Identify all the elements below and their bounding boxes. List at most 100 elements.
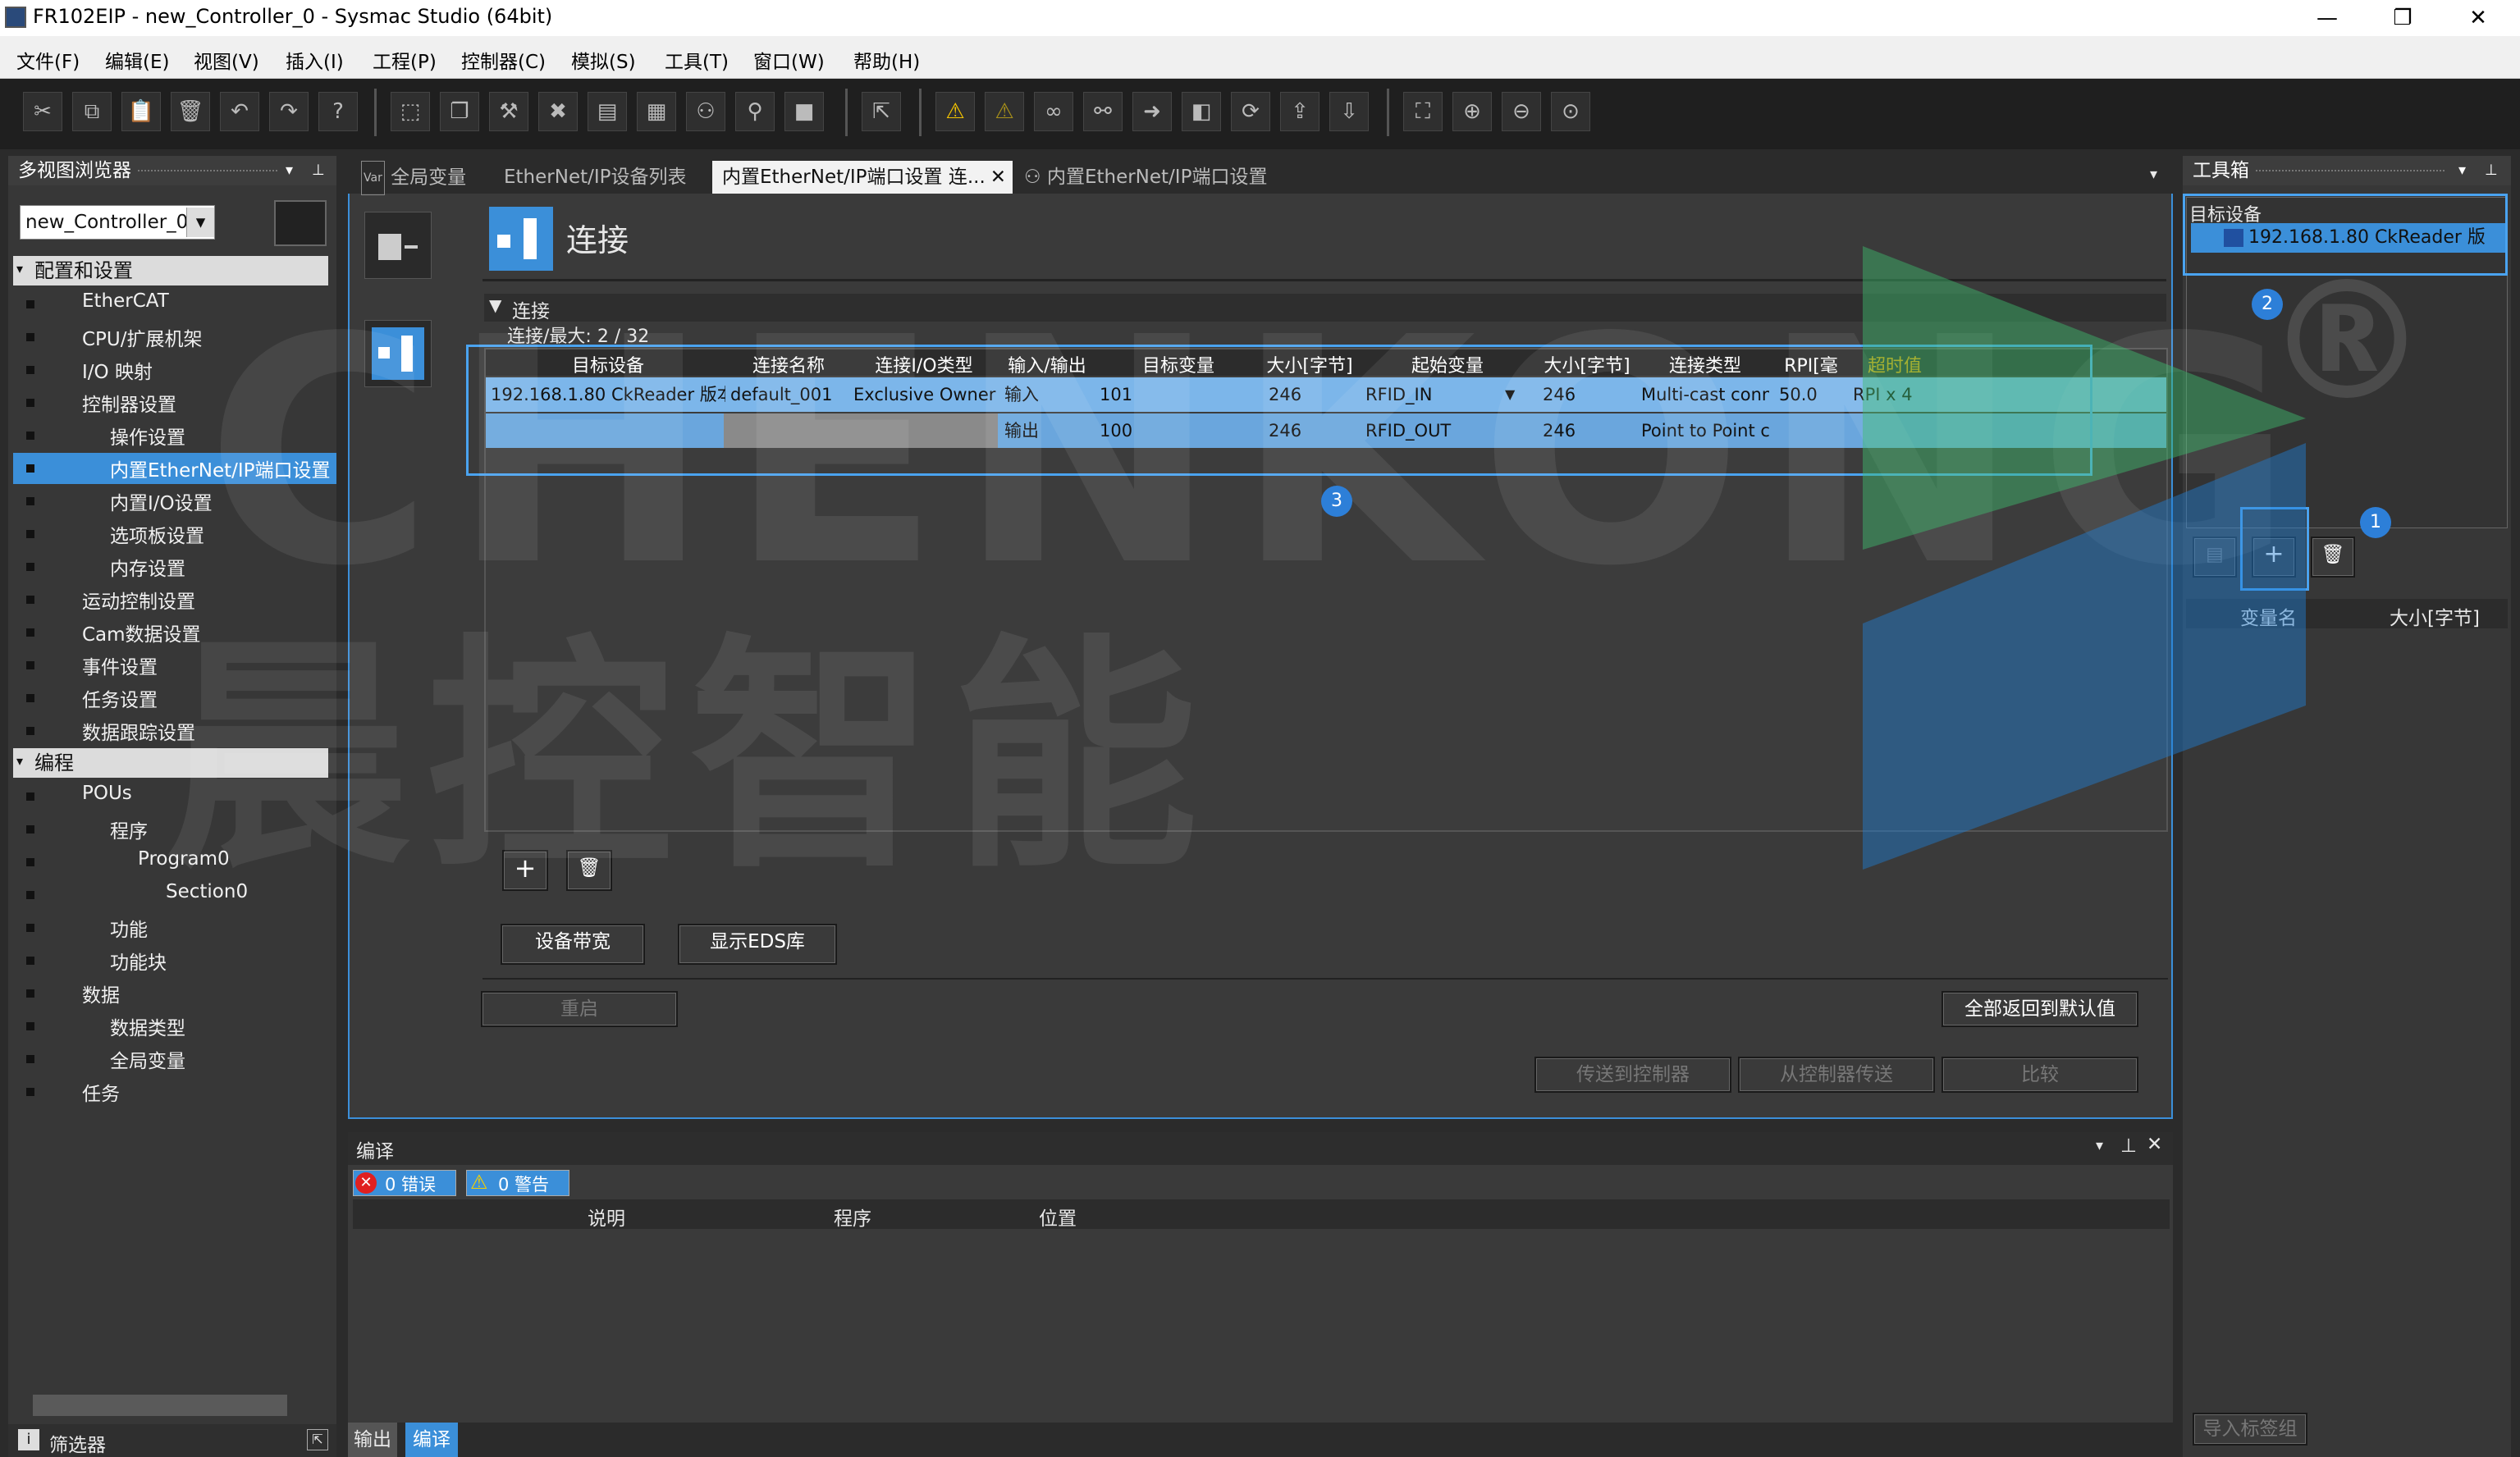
upload-icon[interactable]: ⇪: [1280, 92, 1319, 131]
stop-icon[interactable]: ■: [784, 92, 824, 131]
menu-file[interactable]: 文件(F): [16, 46, 80, 74]
tree-ethercat[interactable]: EtherCAT: [82, 290, 169, 312]
connection-title-icon: [489, 207, 553, 271]
fit-icon[interactable]: ⛶: [1403, 92, 1443, 131]
tree-tasks[interactable]: 任务: [82, 1078, 120, 1106]
refresh-icon[interactable]: ⟳: [1231, 92, 1270, 131]
import-tag-set-button[interactable]: 导入标签组: [2193, 1413, 2307, 1446]
col-program[interactable]: 程序: [834, 1203, 871, 1231]
pin-icon[interactable]: ⊥: [2120, 1135, 2137, 1157]
download-icon[interactable]: ⇩: [1329, 92, 1369, 131]
close-icon[interactable]: ✕: [990, 161, 1006, 194]
zoom-in-icon[interactable]: ⊕: [1452, 92, 1492, 131]
horizontal-scrollbar[interactable]: [33, 1395, 287, 1416]
chevron-down-icon[interactable]: ▾: [186, 208, 214, 237]
menu-simulation[interactable]: 模拟(S): [571, 46, 636, 74]
warning-icon[interactable]: ⚠: [935, 92, 975, 131]
tree-controller-settings[interactable]: 控制器设置: [82, 389, 176, 417]
warnings-filter-button[interactable]: ⚠ 0 警告: [466, 1170, 569, 1196]
transfer-from-controller-button[interactable]: 从控制器传送: [1738, 1057, 1935, 1093]
col-size[interactable]: 大小[字节]: [2390, 602, 2480, 630]
tree-functions[interactable]: 功能: [110, 914, 148, 942]
page-title: 连接: [566, 222, 629, 258]
tree-event[interactable]: 事件设置: [82, 651, 158, 679]
filter-label[interactable]: 筛选器: [49, 1429, 106, 1457]
tab-eip-connection[interactable]: 内置EtherNet/IP端口设置 连... ✕: [712, 161, 1013, 194]
col-description[interactable]: 说明: [588, 1203, 625, 1231]
pin-icon[interactable]: ⊥: [312, 156, 325, 185]
controller-icon[interactable]: [274, 200, 327, 246]
tcp-settings-icon[interactable]: [364, 212, 432, 279]
online-icon[interactable]: ⇱: [862, 92, 901, 131]
restore-button[interactable]: ❐: [2365, 0, 2440, 36]
link-icon[interactable]: ∞: [1034, 92, 1073, 131]
tree-builtin-io[interactable]: 内置I/O设置: [110, 487, 213, 515]
tree-programs[interactable]: 程序: [110, 815, 148, 843]
find-icon[interactable]: ⚲: [735, 92, 775, 131]
tab-eip-device-list[interactable]: EtherNet/IP设备列表: [494, 161, 697, 194]
transfer-to-controller-button[interactable]: 传送到控制器: [1534, 1057, 1731, 1093]
tree-pous[interactable]: POUs: [82, 783, 132, 804]
tree-function-blocks[interactable]: 功能块: [110, 947, 167, 975]
menu-controller[interactable]: 控制器(C): [461, 46, 546, 74]
pin-icon[interactable]: ⊥: [2485, 156, 2498, 185]
copy-icon[interactable]: ⧉: [72, 92, 112, 131]
undo-icon[interactable]: ↶: [220, 92, 259, 131]
window-icon[interactable]: ❐: [440, 92, 479, 131]
sync-icon[interactable]: ◧: [1182, 92, 1221, 131]
transfer-icon[interactable]: ➜: [1132, 92, 1172, 131]
errors-filter-button[interactable]: ✕ 0 错误: [353, 1170, 456, 1196]
chevron-down-icon[interactable]: ▾: [2096, 1137, 2103, 1154]
compare-button[interactable]: 比较: [1941, 1057, 2138, 1093]
3d-icon[interactable]: ⬚: [391, 92, 430, 131]
menu-view[interactable]: 视图(V): [194, 46, 259, 74]
delete-icon[interactable]: 🗑: [171, 92, 210, 131]
unlink-icon[interactable]: ⚯: [1083, 92, 1123, 131]
clear-warning-icon[interactable]: ⚠: [985, 92, 1024, 131]
help-icon[interactable]: ?: [318, 92, 358, 131]
tree-data-types[interactable]: 数据类型: [110, 1012, 185, 1040]
menu-help[interactable]: 帮助(H): [853, 46, 920, 74]
tab-list-chevron-icon[interactable]: ▾: [2150, 166, 2157, 183]
menu-window[interactable]: 窗口(W): [753, 46, 825, 74]
network-icon[interactable]: ⚇: [686, 92, 725, 131]
close-icon[interactable]: ✕: [2147, 1134, 2162, 1155]
menu-tools[interactable]: 工具(T): [665, 46, 729, 74]
tab-compile[interactable]: 编译: [405, 1423, 458, 1457]
expand-icon[interactable]: ⇱: [307, 1429, 328, 1450]
tree-global-vars[interactable]: 全局变量: [110, 1045, 185, 1073]
chevron-down-icon[interactable]: ▾: [286, 156, 293, 185]
minimize-button[interactable]: —: [2289, 0, 2365, 36]
tree-option-board[interactable]: 选项板设置: [110, 520, 204, 548]
menu-project[interactable]: 工程(P): [373, 46, 437, 74]
zoom-reset-icon[interactable]: ⊙: [1551, 92, 1590, 131]
compile-header: 编译 ▾ ⊥ ✕: [348, 1132, 2173, 1165]
col-location[interactable]: 位置: [1039, 1203, 1077, 1231]
monitor-icon[interactable]: ▤: [588, 92, 627, 131]
tab-output[interactable]: 输出: [348, 1423, 397, 1457]
tab-eip-port-settings[interactable]: ⚇ 内置EtherNet/IP端口设置: [1014, 161, 1277, 194]
menu-insert[interactable]: 插入(I): [286, 46, 344, 74]
restart-button[interactable]: 重启: [481, 991, 678, 1027]
tree-task-settings[interactable]: 任务设置: [82, 684, 158, 712]
tree-cpu-rack[interactable]: CPU/扩展机架: [82, 323, 203, 351]
build-icon[interactable]: ⚒: [489, 92, 528, 131]
zoom-out-icon[interactable]: ⊖: [1502, 92, 1541, 131]
tree-data[interactable]: 数据: [82, 980, 120, 1007]
tree-io-map[interactable]: I/O 映射: [82, 356, 153, 384]
show-eds-button[interactable]: 显示EDS库: [678, 924, 837, 965]
tab-global-vars[interactable]: Var 全局变量: [351, 161, 476, 195]
tree-operation-settings[interactable]: 操作设置: [110, 422, 185, 450]
redo-icon[interactable]: ↷: [269, 92, 309, 131]
cut-icon[interactable]: ✂: [23, 92, 62, 131]
rebuild-icon[interactable]: ✖: [538, 92, 578, 131]
menu-edit[interactable]: 编辑(E): [105, 46, 169, 74]
device-bandwidth-button[interactable]: 设备带宽: [501, 924, 645, 965]
table-icon[interactable]: ▦: [637, 92, 676, 131]
controller-select[interactable]: new_Controller_0 ▾: [20, 205, 215, 240]
chevron-down-icon[interactable]: ▾: [2458, 156, 2466, 185]
reset-all-button[interactable]: 全部返回到默认值: [1941, 991, 2138, 1027]
paste-icon[interactable]: 📋: [121, 92, 161, 131]
close-button[interactable]: ✕: [2440, 0, 2516, 36]
explorer-title: 多视图浏览器: [18, 160, 131, 181]
